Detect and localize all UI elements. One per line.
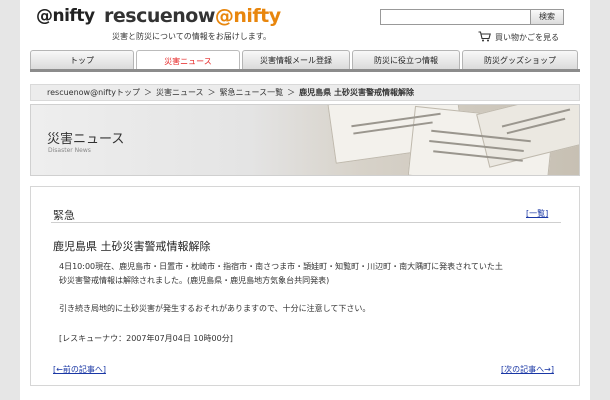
tab-disaster-news[interactable]: 災害ニュース [136,50,240,71]
section-banner: 災害ニュース Disaster News [30,104,580,176]
tab-mail-registration[interactable]: 災害情報メール登録 [242,50,350,70]
article-paragraph: 引き続き局地的に土砂災害が発生するおそれがありますので、十分に注意して下さい。 [59,304,371,313]
nifty-logo[interactable]: @nifty [36,6,95,26]
search-input[interactable] [380,9,532,25]
article-paragraph-line: 砂災害警戒情報は解除されました。(鹿児島県・鹿児島地方気象台共同発表) [59,276,330,285]
nav-divider [30,69,580,72]
shopping-cart-icon [478,31,491,44]
search-button[interactable]: 検索 [530,9,564,25]
article-box: 緊急 [一覧] 鹿児島県 土砂災害警戒情報解除 4日10:00現在、鹿児島市・日… [30,186,580,386]
site-tagline: 災害と防災についての情報をお届けします。 [112,32,271,41]
article-title: 鹿児島県 土砂災害警戒情報解除 [53,240,211,253]
page-frame-left [0,0,20,400]
section-divider [51,222,561,223]
main-nav: トップ 災害ニュース 災害情報メール登録 防災に役立つ情報 防災グッズショップ [30,50,580,71]
cart-label: 買い物かごを見る [495,33,559,42]
tab-prevention-info[interactable]: 防災に役立つ情報 [352,50,460,70]
article-body: 4日10:00現在、鹿児島市・日置市・枕崎市・指宿市・南さつま市・頴娃町・知覧町… [59,260,554,316]
page: @nifty rescuenow@nifty 災害と防災についての情報をお届けし… [20,0,590,400]
banner-title: 災害ニュース [47,132,125,147]
rescuenow-logo-main: rescuenow [104,5,215,27]
breadcrumb-current: 鹿児島県 土砂災害警戒情報解除 [299,88,414,97]
list-link[interactable]: [一覧] [526,208,548,219]
prev-article-link[interactable]: [←前の記事へ] [53,364,106,375]
page-frame-right [590,0,610,400]
breadcrumb-separator: ＞ [143,88,152,97]
breadcrumb-item-disaster-news[interactable]: 災害ニュース [156,87,204,98]
tab-top[interactable]: トップ [30,50,134,70]
article-paragraph-line: 4日10:00現在、鹿児島市・日置市・枕崎市・指宿市・南さつま市・頴娃町・知覧町… [59,262,503,271]
breadcrumb: rescuenow@niftyトップ ＞ 災害ニュース ＞ 緊急ニュース一覧 ＞… [30,84,580,101]
rescuenow-logo[interactable]: rescuenow@nifty [104,5,281,27]
breadcrumb-separator: ＞ [287,88,296,97]
tab-goods-shop[interactable]: 防災グッズショップ [462,50,578,70]
section-heading: 緊急 [53,209,75,222]
next-article-link[interactable]: [次の記事へ→] [501,364,554,375]
rescuenow-logo-at: @nifty [214,5,281,27]
article-timestamp: [レスキューナウ：2007年07月04日 10時00分] [59,334,233,343]
banner-subtitle: Disaster News [48,147,91,154]
breadcrumb-item-urgent-list[interactable]: 緊急ニュース一覧 [220,87,284,98]
breadcrumb-separator: ＞ [207,88,216,97]
breadcrumb-item-top[interactable]: rescuenow@niftyトップ [47,87,140,98]
cart-link[interactable]: 買い物かごを見る [478,31,559,44]
